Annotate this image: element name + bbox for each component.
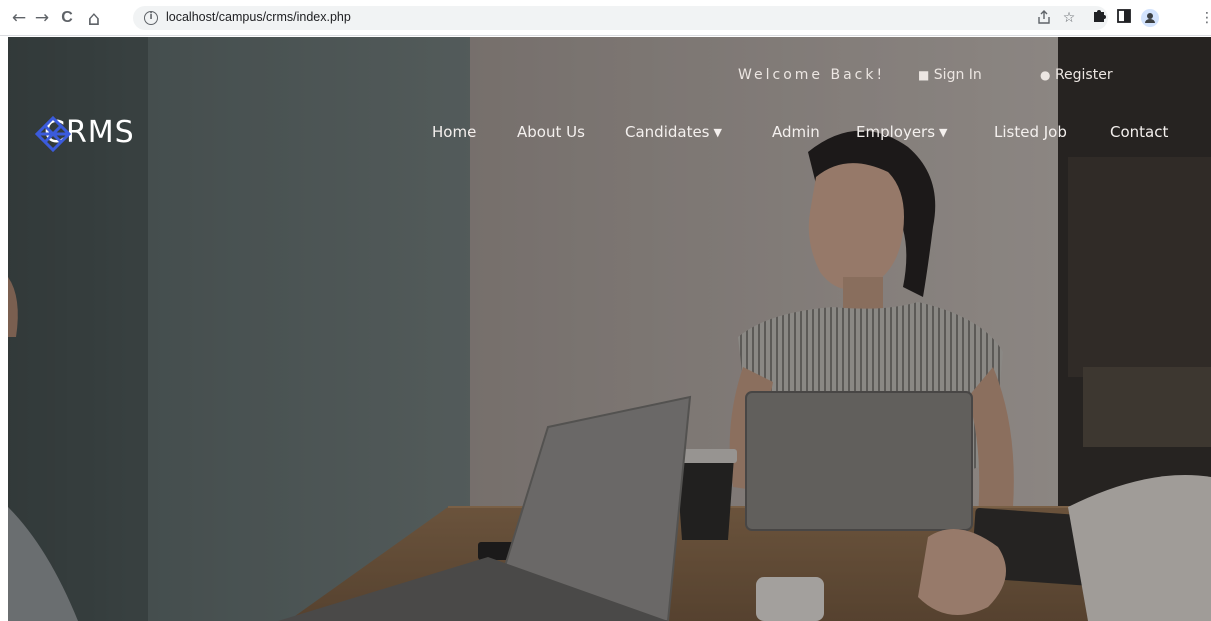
forward-arrow-icon[interactable]: →: [31, 7, 53, 29]
back-arrow-icon[interactable]: ←: [8, 7, 30, 29]
sign-in-label: Sign In: [933, 67, 982, 83]
reload-icon[interactable]: C: [56, 7, 78, 29]
nav-employers[interactable]: Employers ▼: [856, 123, 948, 141]
browser-toolbar: ← → C ⌂ i localhost/campus/crms/index.ph…: [0, 0, 1211, 36]
nav-listed-job[interactable]: Listed Job: [994, 123, 1067, 141]
chevron-down-icon: ▼: [939, 126, 948, 139]
nav-employers-label: Employers: [856, 123, 936, 141]
welcome-text: Welcome Back!: [738, 67, 886, 83]
nav-admin[interactable]: Admin: [772, 123, 820, 141]
lock-icon: ■: [918, 68, 930, 82]
register-label: Register: [1054, 67, 1113, 83]
side-panel-icon[interactable]: [1115, 9, 1133, 27]
extensions-puzzle-icon[interactable]: [1091, 7, 1109, 25]
url-text[interactable]: localhost/campus/crms/index.php: [166, 10, 351, 24]
share-icon[interactable]: [1035, 9, 1053, 27]
home-icon[interactable]: ⌂: [83, 7, 105, 29]
nav-candidates[interactable]: Candidates ▼: [625, 123, 722, 141]
sign-in-link[interactable]: ■ Sign In: [918, 67, 982, 83]
bookmark-star-icon[interactable]: ☆: [1060, 9, 1078, 27]
nav-contact[interactable]: Contact: [1110, 123, 1168, 141]
crms-logo-icon: [34, 115, 72, 153]
nav-candidates-label: Candidates: [625, 123, 710, 141]
user-icon: ●: [1040, 68, 1051, 82]
profile-avatar-icon[interactable]: [1141, 9, 1159, 27]
nav-about-us[interactable]: About Us: [517, 123, 585, 141]
menu-dots-icon[interactable]: ⋮: [1200, 9, 1211, 27]
chevron-down-icon: ▼: [713, 126, 722, 139]
hero-banner: CRMS Welcome Back! ■ Sign In ● Register …: [8, 37, 1211, 621]
register-link[interactable]: ● Register: [1040, 67, 1113, 83]
site-info-icon[interactable]: i: [144, 11, 158, 25]
nav-home[interactable]: Home: [432, 123, 476, 141]
site-logo[interactable]: CRMS: [34, 115, 135, 153]
